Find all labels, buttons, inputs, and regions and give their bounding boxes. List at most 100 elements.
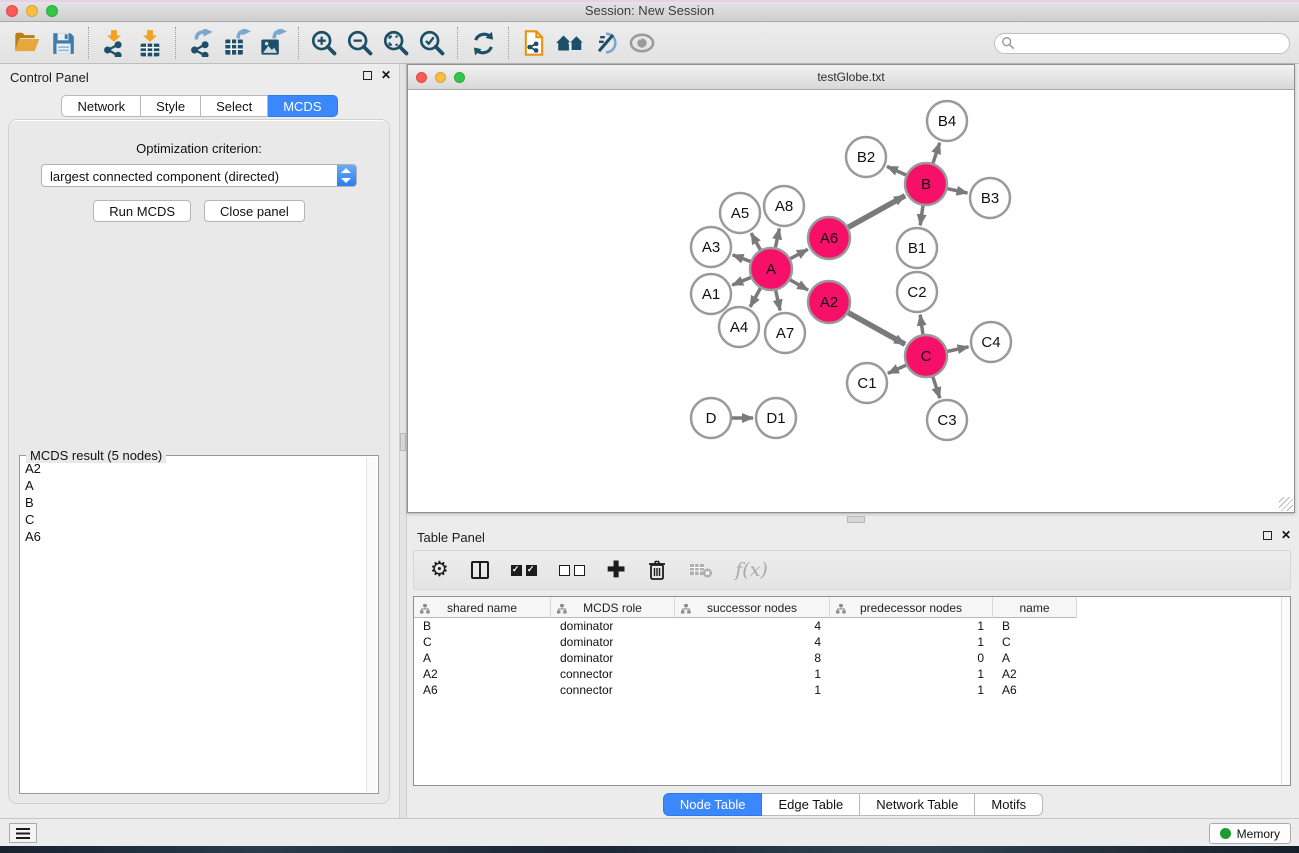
horizontal-splitter[interactable]	[407, 515, 1299, 524]
close-panel-icon[interactable]: ✕	[1281, 530, 1291, 540]
cell-predecessor-nodes[interactable]: 1	[830, 666, 993, 682]
column-header-name[interactable]: name	[993, 597, 1077, 618]
tab-motifs[interactable]: Motifs	[975, 793, 1043, 816]
column-header-successor-nodes[interactable]: successor nodes	[675, 597, 830, 618]
edge-A2-C[interactable]	[848, 313, 905, 345]
graph-node-A5[interactable]: A5	[720, 193, 760, 233]
export-table-button[interactable]	[219, 26, 255, 60]
graph-node-B1[interactable]: B1	[897, 228, 937, 268]
tab-style[interactable]: Style	[141, 95, 201, 117]
network-graph[interactable]: B4B2BB3A5A8A6A3AB1A1A2C2A4A7C4CC1C3DD1	[408, 91, 1294, 512]
save-session-button[interactable]	[45, 26, 81, 60]
edge-A-A4[interactable]	[750, 288, 760, 307]
float-panel-icon[interactable]	[1263, 531, 1272, 540]
graph-node-A7[interactable]: A7	[765, 313, 805, 353]
cell-successor-nodes[interactable]: 1	[675, 682, 830, 698]
zoom-in-button[interactable]	[306, 26, 342, 60]
cell-MCDS-role[interactable]: dominator	[551, 634, 675, 650]
close-panel-button[interactable]: Close panel	[204, 200, 305, 222]
graph-node-B3[interactable]: B3	[970, 178, 1010, 218]
edge-C-C1[interactable]	[888, 365, 906, 373]
vertical-splitter[interactable]	[399, 64, 407, 818]
table-row[interactable]: A6connector11A6	[414, 682, 1290, 698]
column-layout-button[interactable]	[471, 558, 489, 582]
cell-MCDS-role[interactable]: dominator	[551, 650, 675, 666]
cell-successor-nodes[interactable]: 4	[675, 634, 830, 650]
cell-shared-name[interactable]: B	[414, 618, 551, 634]
cell-MCDS-role[interactable]: connector	[551, 682, 675, 698]
cell-predecessor-nodes[interactable]: 1	[830, 634, 993, 650]
edge-A-A3[interactable]	[733, 255, 751, 262]
graph-node-D1[interactable]: D1	[756, 398, 796, 438]
export-image-button[interactable]	[255, 26, 291, 60]
cell-shared-name[interactable]: A	[414, 650, 551, 666]
import-network-button[interactable]	[96, 26, 132, 60]
tab-select[interactable]: Select	[201, 95, 268, 117]
table-row[interactable]: Cdominator41C	[414, 634, 1290, 650]
graph-node-C1[interactable]: C1	[847, 363, 887, 403]
graph-node-A6[interactable]: A6	[808, 217, 850, 259]
graph-node-B[interactable]: B	[905, 163, 947, 205]
window-resize-grip[interactable]	[1279, 497, 1293, 511]
cell-name[interactable]: B	[993, 618, 1077, 634]
export-network-button[interactable]	[183, 26, 219, 60]
cell-shared-name[interactable]: C	[414, 634, 551, 650]
zoom-fit-button[interactable]	[378, 26, 414, 60]
clone-network-button[interactable]	[516, 26, 552, 60]
graph-node-A3[interactable]: A3	[691, 227, 731, 267]
import-table-button[interactable]	[132, 26, 168, 60]
edge-C-C2[interactable]	[920, 315, 923, 334]
criterion-dropdown[interactable]: largest connected component (directed)	[41, 164, 357, 187]
hide-labels-button[interactable]	[588, 26, 624, 60]
table-scrollbar[interactable]	[1281, 597, 1290, 785]
tab-mcds[interactable]: MCDS	[268, 95, 337, 117]
zoom-selected-button[interactable]	[414, 26, 450, 60]
result-item[interactable]: B	[21, 494, 366, 511]
tab-network-table[interactable]: Network Table	[860, 793, 975, 816]
graph-node-C3[interactable]: C3	[927, 400, 967, 440]
cell-predecessor-nodes[interactable]: 1	[830, 682, 993, 698]
cell-shared-name[interactable]: A6	[414, 682, 551, 698]
graph-node-A4[interactable]: A4	[719, 307, 759, 347]
cell-predecessor-nodes[interactable]: 1	[830, 618, 993, 634]
graph-node-C2[interactable]: C2	[897, 272, 937, 312]
edge-C-C3[interactable]	[933, 377, 940, 398]
graph-node-B2[interactable]: B2	[846, 137, 886, 177]
deselect-all-columns-button[interactable]	[559, 558, 585, 582]
tab-edge-table[interactable]: Edge Table	[762, 793, 860, 816]
edge-A-A2[interactable]	[790, 280, 808, 290]
cell-successor-nodes[interactable]: 8	[675, 650, 830, 666]
delete-column-button[interactable]	[647, 558, 667, 582]
table-row[interactable]: Bdominator41B	[414, 618, 1290, 634]
splitter-grip[interactable]	[847, 516, 865, 523]
edge-A-A8[interactable]	[775, 229, 779, 248]
graph-node-B4[interactable]: B4	[927, 101, 967, 141]
run-mcds-button[interactable]: Run MCDS	[93, 200, 191, 222]
result-item[interactable]: C	[21, 511, 366, 528]
graph-node-C4[interactable]: C4	[971, 322, 1011, 362]
graph-node-A1[interactable]: A1	[691, 274, 731, 314]
edge-A6-B[interactable]	[848, 196, 905, 228]
edge-A-A7[interactable]	[776, 290, 780, 310]
close-panel-icon[interactable]: ✕	[381, 70, 391, 80]
table-row[interactable]: Adominator80A	[414, 650, 1290, 666]
cell-name[interactable]: C	[993, 634, 1077, 650]
memory-button[interactable]: Memory	[1209, 823, 1291, 844]
edge-A-A1[interactable]	[732, 277, 750, 285]
cell-name[interactable]: A2	[993, 666, 1077, 682]
table-row[interactable]: A2connector11A2	[414, 666, 1290, 682]
column-header-MCDS-role[interactable]: MCDS role	[551, 597, 675, 618]
cell-successor-nodes[interactable]: 4	[675, 618, 830, 634]
search-input[interactable]	[994, 33, 1290, 54]
zoom-out-button[interactable]	[342, 26, 378, 60]
cell-MCDS-role[interactable]: connector	[551, 666, 675, 682]
cell-shared-name[interactable]: A2	[414, 666, 551, 682]
graph-node-A8[interactable]: A8	[764, 186, 804, 226]
create-column-button[interactable]: ✚	[607, 558, 625, 582]
cell-MCDS-role[interactable]: dominator	[551, 618, 675, 634]
home-button[interactable]	[552, 26, 588, 60]
birdseye-view-button[interactable]	[624, 26, 660, 60]
graph-node-A2[interactable]: A2	[808, 281, 850, 323]
result-item[interactable]: A6	[21, 528, 366, 545]
result-scrollbar[interactable]	[366, 457, 377, 792]
